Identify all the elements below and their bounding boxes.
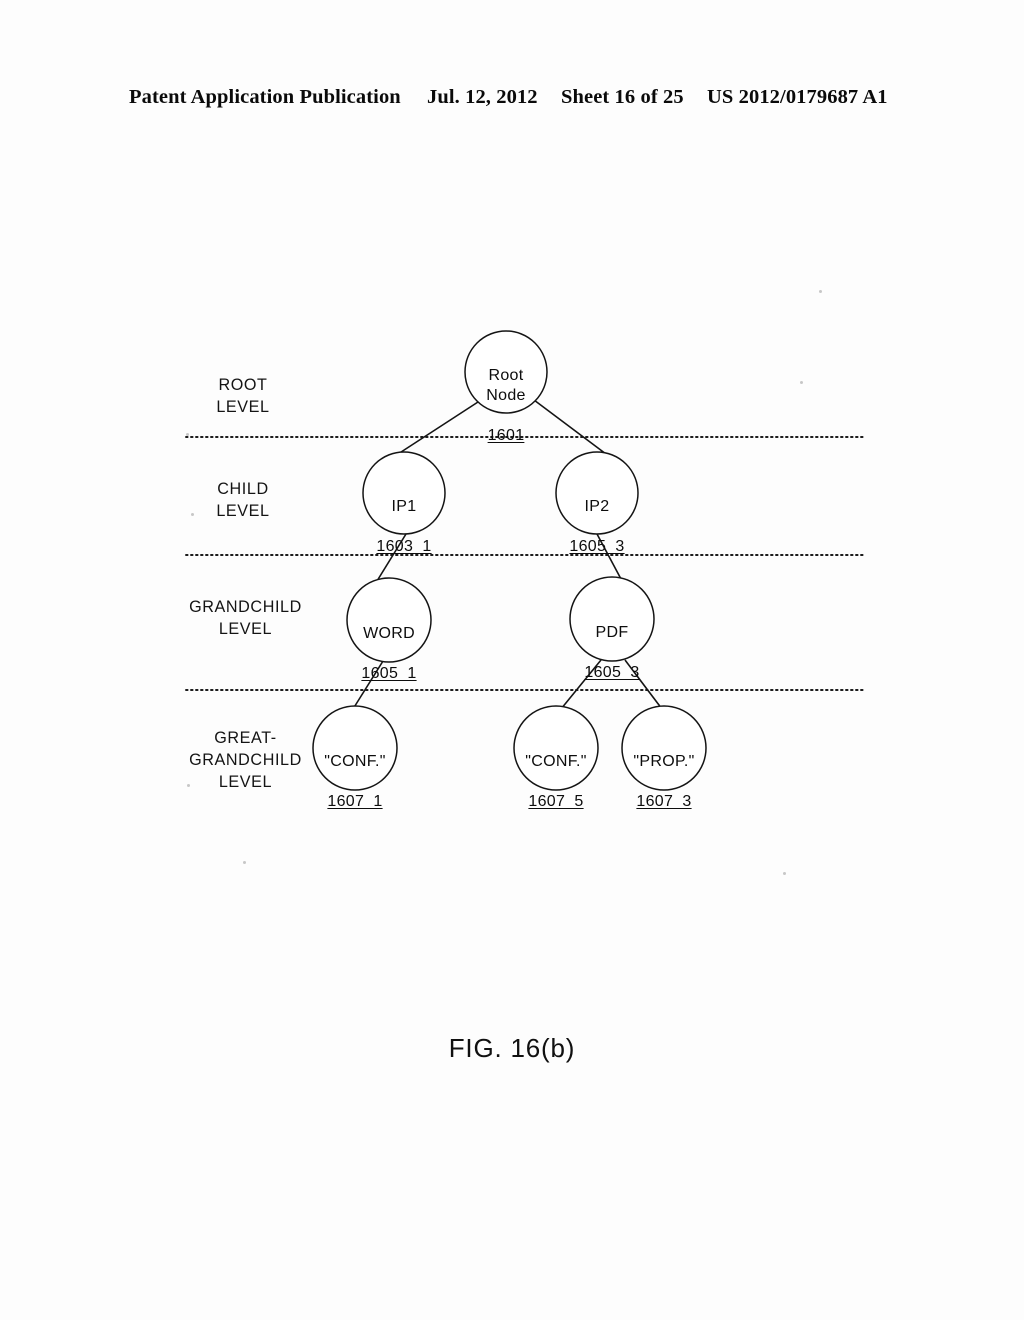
scan-speck <box>800 381 803 384</box>
edge-ip1-word <box>376 533 407 582</box>
tree-diagram-canvas <box>185 330 867 791</box>
scan-speck <box>243 861 246 864</box>
level-label-greatgrandchild: GREAT- GRANDCHILD LEVEL <box>189 729 302 791</box>
node-circle-prop3[interactable] <box>621 705 707 791</box>
scan-speck <box>819 290 822 293</box>
node-circle-word[interactable] <box>346 577 432 663</box>
scan-speck <box>187 784 190 787</box>
scan-speck <box>191 513 194 516</box>
patent-page: Patent Application Publication Jul. 12, … <box>0 0 1024 1320</box>
node-circle-conf5[interactable] <box>513 705 599 791</box>
scan-speck <box>186 433 189 436</box>
node-circle-ip2[interactable] <box>555 451 639 535</box>
figure-16b: ROOT LEVEL CHILD LEVEL GRANDCHILD LEVEL … <box>0 0 1024 1320</box>
level-label-root: ROOT LEVEL <box>216 376 270 416</box>
edge-pdf-prop3 <box>624 659 663 710</box>
figure-caption: FIG. 16(b) <box>448 1033 576 1063</box>
edge-pdf-conf5 <box>560 659 602 710</box>
node-circle-pdf[interactable] <box>569 576 655 662</box>
node-circles <box>312 330 707 791</box>
node-circle-ip1[interactable] <box>362 451 446 535</box>
edge-word-conf1 <box>352 660 384 710</box>
node-circle-root[interactable] <box>464 330 548 414</box>
level-divider-lines <box>185 436 867 691</box>
scan-speck <box>783 872 786 875</box>
level-label-child: CHILD LEVEL <box>216 480 270 520</box>
edge-ip2-pdf <box>596 533 622 580</box>
level-label-grandchild: GRANDCHILD LEVEL <box>189 598 302 638</box>
edge-root-ip2 <box>533 399 607 455</box>
edge-root-ip1 <box>397 401 479 455</box>
